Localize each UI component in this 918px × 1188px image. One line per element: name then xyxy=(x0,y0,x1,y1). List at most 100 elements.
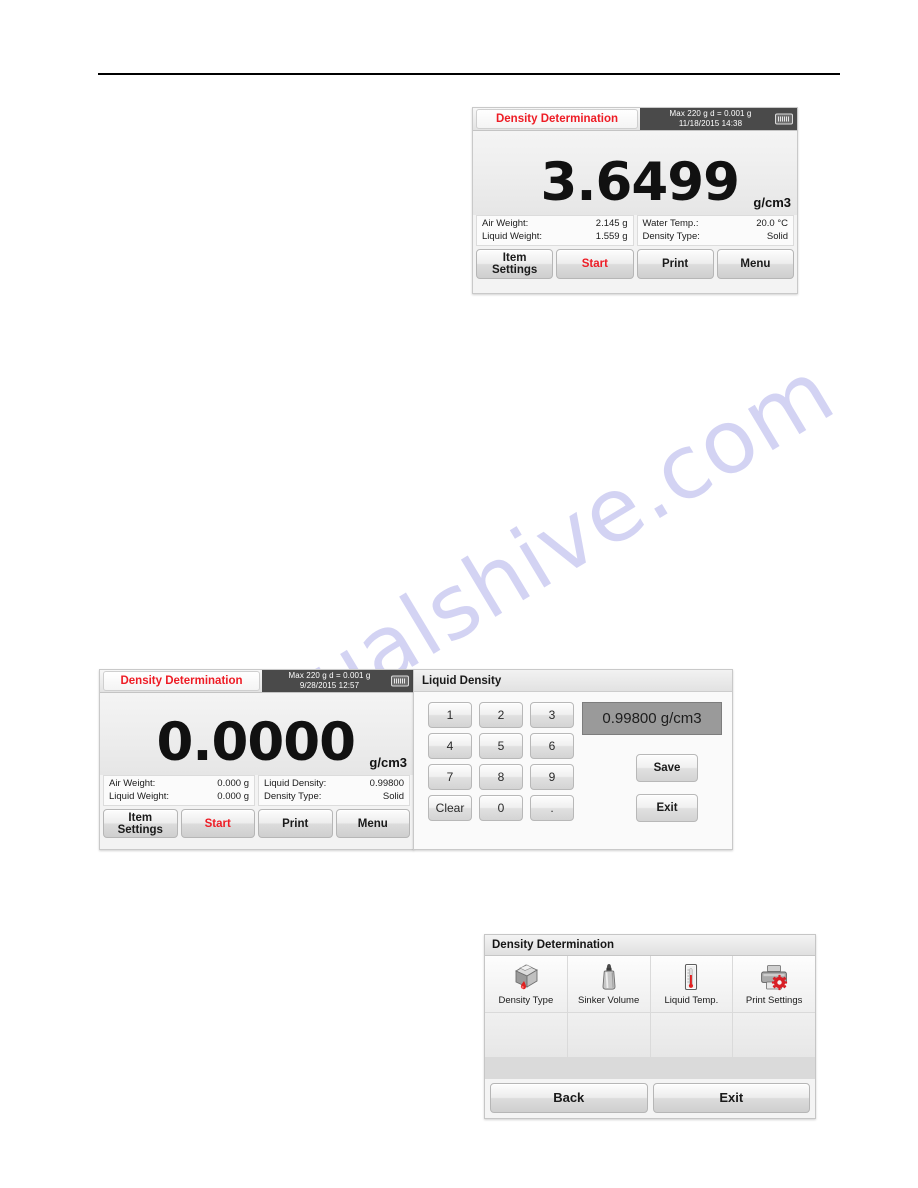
keypad-side-actions: Save Exit xyxy=(636,754,698,834)
menu-cell-empty xyxy=(650,1013,733,1057)
menu-back-button[interactable]: Back xyxy=(490,1083,648,1113)
softkey-label-line1: Item xyxy=(502,252,527,264)
softkey-label: Menu xyxy=(740,258,771,270)
menu-exit-button[interactable]: Exit xyxy=(652,1083,810,1113)
info-label: Liquid Weight: xyxy=(482,231,543,242)
keypad-key-3[interactable]: 3 xyxy=(530,702,574,728)
screen2-readout-unit: g/cm3 xyxy=(369,755,407,770)
screen1-topbar: Density Determination Max 220 g d = 0.00… xyxy=(473,108,797,131)
sinker-bottle-icon xyxy=(592,961,626,993)
screen2-menu-button[interactable]: Menu xyxy=(335,809,410,838)
screen1-info-right: Water Temp.: 20.0 °C Density Type: Solid xyxy=(636,215,794,246)
screen2-softkey-row: Item Settings Start Print Menu xyxy=(100,806,413,841)
screen2-item-settings-button[interactable]: Item Settings xyxy=(103,809,178,838)
screen2-status-strip: Max 220 g d = 0.001 g 9/28/2015 12:57 xyxy=(262,670,413,692)
keypad-key-0[interactable]: 0 xyxy=(479,795,523,821)
menu-panel-title: Density Determination xyxy=(485,935,815,956)
screen1-item-settings-button[interactable]: Item Settings xyxy=(476,249,554,279)
screen2-start-button[interactable]: Start xyxy=(180,809,255,838)
menu-item-print-settings[interactable]: Print Settings xyxy=(733,956,815,1012)
screen1-start-button[interactable]: Start xyxy=(556,249,634,279)
keypad-key-6[interactable]: 6 xyxy=(530,733,574,759)
screen2-readout-value: 0.0000 xyxy=(156,712,356,773)
info-value: 2.145 g xyxy=(595,218,628,229)
page-header-rule xyxy=(98,73,840,75)
keypad-key-4[interactable]: 4 xyxy=(428,733,472,759)
keypad-exit-button[interactable]: Exit xyxy=(636,794,698,822)
softkey-label: Start xyxy=(204,817,231,830)
menu-icon-grid: Density Type Sinker Volume Liquid Temp. … xyxy=(485,956,815,1079)
info-value: Solid xyxy=(382,791,404,802)
keypad-key-7[interactable]: 7 xyxy=(428,764,472,790)
menu-item-label: Print Settings xyxy=(745,995,803,1006)
screen2-print-button[interactable]: Print xyxy=(258,809,333,838)
menu-cell-empty xyxy=(567,1013,650,1057)
softkey-label-line2: Settings xyxy=(117,823,163,836)
keypad-key-decimal[interactable]: . xyxy=(530,795,574,821)
menu-cell-empty xyxy=(485,1013,567,1057)
info-line: Liquid Weight: 0.000 g xyxy=(109,790,249,803)
info-value: 0.000 g xyxy=(217,791,249,802)
screen2-info-left: Air Weight: 0.000 g Liquid Weight: 0.000… xyxy=(103,775,255,806)
info-line: Density Type: Solid xyxy=(643,230,789,243)
keypad-key-8[interactable]: 8 xyxy=(479,764,523,790)
softkey-label-line2: Settings xyxy=(491,264,538,276)
keypad-key-2[interactable]: 2 xyxy=(479,702,523,728)
info-label: Water Temp.: xyxy=(642,218,699,229)
info-label: Density Type: xyxy=(642,231,700,242)
menu-footer-row: Back Exit xyxy=(485,1079,815,1118)
density-cube-icon xyxy=(509,961,543,993)
density-determination-menu-panel: Density Determination Density Type Sinke… xyxy=(484,934,816,1119)
info-line: Liquid Density: 0.99800 xyxy=(264,777,404,790)
screen2-capacity-readability: Max 220 g d = 0.001 g xyxy=(288,671,371,680)
printer-gear-icon xyxy=(757,961,791,993)
screen1-status-strip: Max 220 g d = 0.001 g 11/18/2015 14:38 xyxy=(640,108,797,130)
balance-screen-density-zero: Density Determination Max 220 g d = 0.00… xyxy=(99,669,414,850)
screen1-datetime: 11/18/2015 14:38 xyxy=(678,119,743,128)
keypad-key-1[interactable]: 1 xyxy=(428,702,472,728)
info-line: Liquid Weight: 1.559 g xyxy=(482,230,628,243)
info-label: Air Weight: xyxy=(109,778,156,789)
screen1-capacity-readability: Max 220 g d = 0.001 g xyxy=(669,109,752,118)
menu-item-label: Density Type xyxy=(498,995,554,1006)
info-line: Water Temp.: 20.0 °C xyxy=(643,217,789,230)
numeric-keypad: 1 2 3 4 5 6 7 8 9 Clear 0 . xyxy=(428,702,574,821)
info-value: 20.0 °C xyxy=(756,218,788,229)
info-value: Solid xyxy=(766,231,788,242)
softkey-label: Print xyxy=(282,817,309,830)
liquid-density-value-field[interactable]: 0.99800 g/cm3 xyxy=(582,702,722,735)
info-label: Density Type: xyxy=(264,791,322,802)
screen1-readout: 3.6499 g/cm3 xyxy=(473,131,797,215)
info-value: 0.99800 xyxy=(369,778,404,789)
info-line: Air Weight: 2.145 g xyxy=(482,217,628,230)
info-label: Liquid Density: xyxy=(264,778,327,789)
screen1-menu-button[interactable]: Menu xyxy=(716,249,794,279)
info-value: 1.559 g xyxy=(595,231,628,242)
serial-port-icon xyxy=(391,675,409,687)
info-line: Density Type: Solid xyxy=(264,790,404,803)
menu-item-label: Sinker Volume xyxy=(577,995,640,1006)
balance-screen-density-result: Density Determination Max 220 g d = 0.00… xyxy=(472,107,798,294)
screen1-info-left: Air Weight: 2.145 g Liquid Weight: 1.559… xyxy=(476,215,634,246)
screen2-info-right: Liquid Density: 0.99800 Density Type: So… xyxy=(258,775,410,806)
thermometer-icon xyxy=(674,961,708,993)
keypad-panel-title: Liquid Density xyxy=(414,670,732,692)
menu-item-density-type[interactable]: Density Type xyxy=(485,956,567,1012)
keypad-panel-body: 1 2 3 4 5 6 7 8 9 Clear 0 . 0.99800 g/cm… xyxy=(414,692,732,849)
screen2-info-row: Air Weight: 0.000 g Liquid Weight: 0.000… xyxy=(100,775,413,806)
screen2-readout: 0.0000 g/cm3 xyxy=(100,693,413,775)
screen1-readout-unit: g/cm3 xyxy=(753,195,791,210)
screen1-info-row: Air Weight: 2.145 g Liquid Weight: 1.559… xyxy=(473,215,797,246)
screen1-print-button[interactable]: Print xyxy=(636,249,714,279)
menu-item-sinker-volume[interactable]: Sinker Volume xyxy=(567,956,650,1012)
softkey-label: Menu xyxy=(357,817,388,830)
keypad-key-9[interactable]: 9 xyxy=(530,764,574,790)
softkey-label-line1: Item xyxy=(128,811,153,824)
keypad-key-clear[interactable]: Clear xyxy=(428,795,472,821)
liquid-density-keypad-panel: Liquid Density 1 2 3 4 5 6 7 8 9 Clear 0… xyxy=(413,669,733,850)
keypad-key-5[interactable]: 5 xyxy=(479,733,523,759)
keypad-save-button[interactable]: Save xyxy=(636,754,698,782)
softkey-label: Start xyxy=(581,258,608,270)
screen2-datetime: 9/28/2015 12:57 xyxy=(299,681,360,690)
menu-item-liquid-temp[interactable]: Liquid Temp. xyxy=(650,956,733,1012)
